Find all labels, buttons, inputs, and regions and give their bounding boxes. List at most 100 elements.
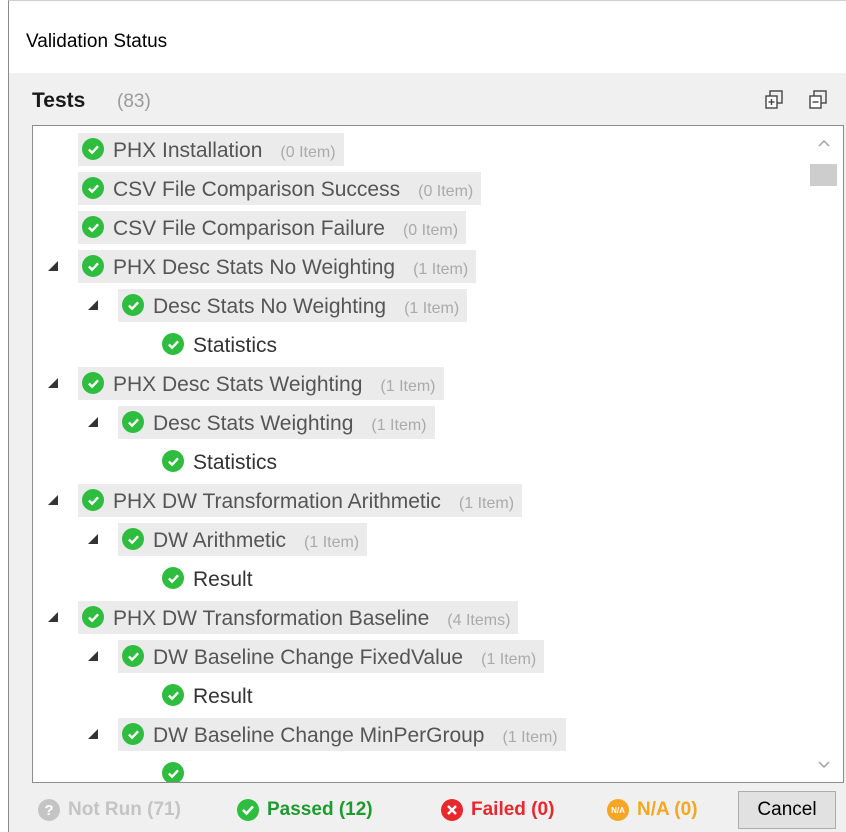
passed-check-icon <box>122 645 144 667</box>
item-count: (1 Item) <box>458 495 515 512</box>
expand-arrow-icon[interactable] <box>88 729 98 739</box>
na-icon: N/A <box>607 799 629 821</box>
tree-row-label: CSV File Comparison Failure (0 Item) <box>113 217 458 241</box>
passed-check-icon <box>82 216 104 238</box>
tree-row-label: Desc Stats Weighting (1 Item) <box>153 412 427 436</box>
tree-row[interactable]: Statistics <box>33 325 806 364</box>
tree-row[interactable]: CSV File Comparison Failure (0 Item) <box>33 208 806 247</box>
vertical-scrollbar[interactable] <box>805 126 843 782</box>
tree-row-label: Statistics <box>193 451 277 475</box>
chevron-down-icon <box>818 761 830 769</box>
item-count: (0 Item) <box>402 222 459 239</box>
expand-arrow-icon[interactable] <box>48 612 58 622</box>
passed-check-icon <box>162 684 184 706</box>
passed-check-icon <box>122 723 144 745</box>
expand-arrow-icon[interactable] <box>88 534 98 544</box>
legend-na-label: N/A (0) <box>637 799 698 820</box>
test-name: PHX Desc Stats Weighting <box>113 373 363 396</box>
validation-status-window: Validation Status Tests (83) PHX Install… <box>8 0 846 832</box>
test-name: PHX DW Transformation Arithmetic <box>113 490 441 513</box>
item-count: (4 Items) <box>447 612 511 629</box>
passed-check-icon <box>162 333 184 355</box>
expand-all-button[interactable] <box>761 87 787 113</box>
test-name: CSV File Comparison Success <box>113 178 401 201</box>
tree-row[interactable]: PHX DW Transformation Baseline (4 Items) <box>33 598 806 637</box>
expand-arrow-icon[interactable] <box>88 651 98 661</box>
tree-row-label: Desc Stats No Weighting (1 Item) <box>153 295 459 319</box>
tree-row-label: PHX Installation (0 Item) <box>113 139 336 163</box>
test-name: Desc Stats No Weighting <box>153 295 387 318</box>
expand-arrow-icon[interactable] <box>48 378 58 388</box>
tree-row-label: Statistics <box>193 334 277 358</box>
test-name: PHX Installation <box>113 139 263 162</box>
passed-check-icon <box>82 177 104 199</box>
scroll-up-button[interactable] <box>805 126 843 160</box>
passed-check-icon <box>122 528 144 550</box>
legend-not-run[interactable]: ? Not Run (71) <box>38 799 181 821</box>
tree-row[interactable]: CSV File Comparison Success (0 Item) <box>33 169 806 208</box>
tests-tree[interactable]: PHX Installation (0 Item) CSV File Compari… <box>32 125 844 783</box>
tree-row-label: Result <box>193 685 253 709</box>
not-run-icon: ? <box>38 799 60 821</box>
tree-row[interactable]: PHX DW Transformation Arithmetic (1 Item) <box>33 481 806 520</box>
tree-row-label: DW Arithmetic (1 Item) <box>153 529 359 553</box>
expand-arrow-icon[interactable] <box>88 300 98 310</box>
test-name: Desc Stats Weighting <box>153 412 354 435</box>
tree-row-label: PHX Desc Stats No Weighting (1 Item) <box>113 256 468 280</box>
tree-row[interactable]: PHX Installation (0 Item) <box>33 130 806 169</box>
legend-failed[interactable]: Failed (0) <box>441 799 554 821</box>
test-name: DW Baseline Change FixedValue <box>153 646 464 669</box>
tree-row[interactable]: PHX Desc Stats Weighting (1 Item) <box>33 364 806 403</box>
legend-not-run-label: Not Run (71) <box>68 799 181 820</box>
tree-row-label: PHX DW Transformation Arithmetic (1 Item) <box>113 490 514 514</box>
tree-row[interactable]: Statistics <box>33 442 806 481</box>
passed-check-icon <box>122 411 144 433</box>
title-bar: Validation Status <box>9 1 846 73</box>
legend-passed[interactable]: Passed (12) <box>237 799 373 821</box>
passed-check-icon <box>82 372 104 394</box>
tree-row[interactable]: Result <box>33 559 806 598</box>
item-count: (1 Item) <box>502 729 558 746</box>
failed-icon <box>441 799 463 821</box>
item-count: (0 Item) <box>418 183 474 200</box>
collapse-all-icon <box>809 90 827 109</box>
tree-row[interactable]: Desc Stats No Weighting (1 Item) <box>33 286 806 325</box>
item-count: (1 Item) <box>404 300 460 317</box>
passed-check-icon <box>162 567 184 589</box>
legend-na[interactable]: N/A N/A (0) <box>607 799 698 821</box>
test-name: DW Baseline Change MinPerGroup <box>153 724 485 747</box>
tree-row[interactable]: DW Baseline Change MinPerGroup (1 Item) <box>33 715 806 754</box>
item-count: (0 Item) <box>280 144 336 161</box>
item-count: (1 Item) <box>380 378 436 395</box>
tree-row-label: DW Baseline Change MinPerGroup (1 Item) <box>153 724 558 748</box>
passed-check-icon <box>82 606 104 628</box>
tree-row[interactable]: PHX Desc Stats No Weighting (1 Item) <box>33 247 806 286</box>
tree-row[interactable]: Result <box>33 676 806 715</box>
tree-row[interactable]: DW Arithmetic (1 Item) <box>33 520 806 559</box>
legend-failed-label: Failed (0) <box>471 799 555 820</box>
passed-check-icon <box>122 294 144 316</box>
test-name: Statistics <box>193 334 278 357</box>
expand-arrow-icon[interactable] <box>48 261 58 271</box>
test-name: PHX DW Transformation Baseline <box>113 607 430 630</box>
expand-arrow-icon[interactable] <box>88 417 98 427</box>
tree-row[interactable]: Desc Stats Weighting (1 Item) <box>33 403 806 442</box>
tree-row[interactable]: DW Baseline Change FixedValue (1 Item) <box>33 637 806 676</box>
expand-arrow-icon[interactable] <box>48 495 58 505</box>
tree-row-label: DW Baseline Change FixedValue (1 Item) <box>153 646 536 670</box>
passed-check-icon <box>82 138 104 160</box>
passed-icon <box>237 799 259 821</box>
tests-count: (83) <box>117 91 151 112</box>
item-count: (1 Item) <box>481 651 537 668</box>
tree-row[interactable] <box>33 754 806 782</box>
test-name: CSV File Comparison Failure <box>113 217 385 240</box>
collapse-all-button[interactable] <box>805 87 831 113</box>
window-title: Validation Status <box>26 31 168 52</box>
passed-check-icon <box>162 762 184 782</box>
test-name: Statistics <box>193 451 278 474</box>
expand-all-icon <box>765 90 783 109</box>
scroll-thumb[interactable] <box>810 164 837 186</box>
scroll-down-button[interactable] <box>805 748 843 782</box>
tests-label: Tests <box>32 89 86 112</box>
cancel-button[interactable]: Cancel <box>738 791 836 829</box>
